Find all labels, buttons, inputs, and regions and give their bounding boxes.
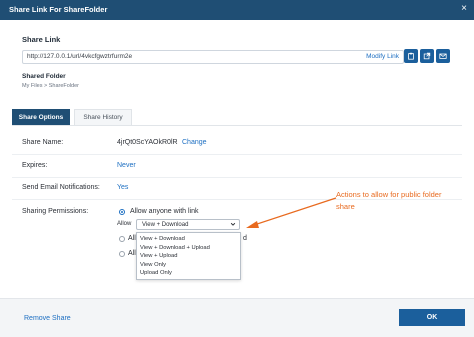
expires-label: Expires:	[22, 162, 48, 169]
tab-divider	[12, 125, 462, 126]
open-link-button[interactable]	[420, 49, 434, 63]
external-link-icon	[423, 52, 431, 60]
change-share-name-link[interactable]: Change	[182, 139, 207, 146]
radio-option-3[interactable]	[119, 251, 125, 257]
radio-option-2[interactable]	[119, 236, 125, 242]
clipboard-icon	[408, 52, 414, 60]
email-link-button[interactable]	[436, 49, 450, 63]
ok-button[interactable]: OK	[399, 309, 465, 326]
shared-folder-label: Shared Folder	[22, 73, 66, 80]
shared-folder-path: My Files > ShareFolder	[22, 83, 80, 89]
row-divider	[12, 177, 462, 178]
dropdown-option[interactable]: View + Upload	[140, 253, 177, 259]
radio-option-2-trailing: d	[243, 235, 247, 242]
tab-share-options[interactable]: Share Options	[12, 109, 70, 125]
permissions-select[interactable]: View + Download	[136, 219, 240, 230]
dropdown-option[interactable]: Upload Only	[140, 270, 172, 276]
close-icon[interactable]: ×	[461, 3, 467, 15]
remove-share-button[interactable]: Remove Share	[24, 315, 71, 322]
copy-link-button[interactable]	[404, 49, 418, 63]
permissions-dropdown-menu: View + Download View + Download + Upload…	[136, 232, 241, 280]
share-url-text: http://127.0.0.1/url/4vkcfgwztrfurm2e	[27, 53, 133, 60]
radio-option-2-label: All	[128, 235, 136, 242]
allow-label: Allow	[117, 221, 132, 227]
share-url-field[interactable]: http://127.0.0.1/url/4vkcfgwztrfurm2e Mo…	[22, 50, 404, 64]
email-notifications-label: Send Email Notifications:	[22, 184, 100, 191]
dropdown-option[interactable]: View Only	[140, 262, 166, 268]
radio-anyone-with-link-label: Allow anyone with link	[130, 208, 199, 215]
email-notifications-value-link[interactable]: Yes	[117, 184, 128, 191]
permissions-selected-value: View + Download	[142, 222, 189, 228]
dialog-title-bar: Share Link For ShareFolder ×	[0, 0, 474, 20]
annotation-callout: Actions to allow for public folder share	[336, 190, 442, 211]
share-name-label: Share Name:	[22, 139, 64, 146]
dropdown-option[interactable]: View + Download + Upload	[140, 245, 210, 251]
share-name-value: 4jrQt0ScYAOkR0lR	[117, 139, 178, 146]
radio-option-3-label: All	[128, 250, 136, 257]
share-link-label: Share Link	[22, 35, 61, 44]
expires-value-link[interactable]: Never	[117, 162, 136, 169]
dropdown-option[interactable]: View + Download	[140, 236, 185, 242]
sharing-permissions-label: Sharing Permissions:	[22, 208, 89, 215]
radio-anyone-with-link[interactable]	[119, 209, 125, 215]
chevron-down-icon	[230, 222, 236, 226]
tab-share-history[interactable]: Share History	[74, 109, 132, 125]
dialog-title: Share Link For ShareFolder	[9, 5, 108, 14]
email-icon	[439, 53, 447, 59]
modify-link-button[interactable]: Modify Link	[366, 53, 399, 60]
annotation-arrow-icon	[246, 197, 337, 228]
row-divider	[12, 154, 462, 155]
